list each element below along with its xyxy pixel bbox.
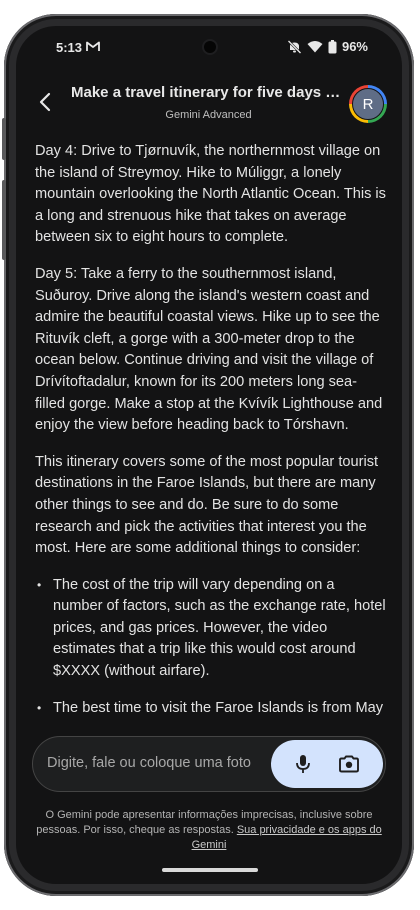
- battery-icon: [328, 39, 337, 53]
- screen: 5:13 96% Make a travel itinerary for fiv…: [16, 26, 402, 884]
- prompt-input-bar[interactable]: Digite, fale ou coloque uma foto: [32, 736, 386, 792]
- list-item: The best time to visit the Faroe Islands…: [37, 698, 387, 721]
- response-paragraph: This itinerary covers some of the most p…: [35, 453, 379, 557]
- battery-percent: 96%: [341, 39, 368, 54]
- camera-icon[interactable]: [337, 752, 361, 776]
- input-actions: [271, 740, 383, 788]
- response-paragraph: Day 4: Drive to Tjørnuvík, the northernm…: [35, 143, 386, 246]
- status-icons: 96%: [287, 39, 368, 54]
- response-content: Day 4: Drive to Tjørnuvík, the northernm…: [35, 141, 387, 721]
- disclaimer: O Gemini pode apresentar informações imp…: [30, 808, 388, 853]
- status-bar: 5:13 96%: [16, 26, 402, 60]
- response-bullet-list: The cost of the trip will vary depending…: [35, 575, 387, 721]
- avatar-letter: R: [352, 88, 384, 120]
- response-paragraph: Day 5: Take a ferry to the southernmost …: [35, 265, 383, 434]
- power-button: [2, 118, 6, 160]
- wifi-icon: [307, 41, 323, 53]
- chat-title: Make a travel itinerary for five days on…: [71, 84, 346, 101]
- microphone-icon[interactable]: [291, 752, 315, 776]
- volume-button: [2, 180, 6, 260]
- status-time: 5:13: [56, 40, 83, 55]
- chat-header: Make a travel itinerary for five days on…: [16, 76, 402, 132]
- back-arrow-icon[interactable]: [34, 90, 58, 114]
- prompt-input[interactable]: Digite, fale ou coloque uma foto: [47, 755, 251, 771]
- home-indicator[interactable]: [162, 868, 258, 872]
- mute-icon: [287, 39, 302, 54]
- list-item: The cost of the trip will vary depending…: [37, 575, 387, 683]
- model-name: Gemini Advanced: [165, 109, 252, 121]
- front-camera: [204, 41, 216, 53]
- gmail-icon: [86, 41, 100, 51]
- account-avatar[interactable]: R: [349, 85, 387, 123]
